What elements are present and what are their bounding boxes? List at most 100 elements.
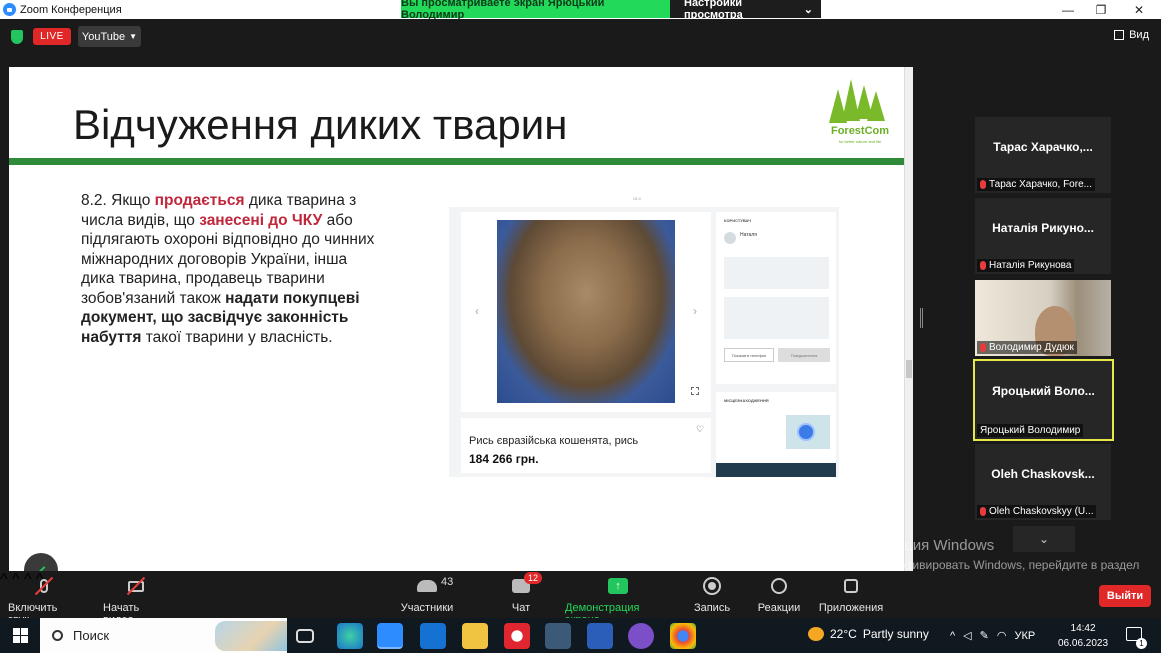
reactions-label: Реакции (757, 602, 801, 614)
maximize-button[interactable]: ❐ (1082, 0, 1120, 19)
close-button[interactable]: ✕ (1120, 0, 1158, 19)
zoom-window: Zoom Конференция Вы просматриваете экран… (0, 0, 1161, 653)
info-box (724, 297, 829, 339)
temperature: 22°C (830, 627, 857, 641)
location-card: МІСЦЕЗНАХОДЖЕННЯ (716, 392, 836, 477)
reactions-button[interactable]: Реакции (758, 575, 800, 614)
seller-section-label: КОРИСТУВАЧ (724, 218, 751, 223)
chevron-left-icon: ‹ (475, 304, 479, 318)
listing-screenshot: OLX ‹ › Рись євразійська кошенята, рись … (449, 192, 839, 477)
info-box (724, 257, 829, 289)
show-phone-button: Показати телефон (724, 348, 774, 362)
forestcom-logo: ForestCom for better nature and life (825, 77, 895, 149)
apps-icon (844, 579, 858, 593)
participant-tile-video[interactable]: Володимир Дудюк (975, 280, 1111, 356)
share-banner: Вы просматриваете экран Ярюцький Володим… (401, 0, 821, 21)
participant-tile-name: Oleh Chaskovsk... (991, 467, 1095, 481)
task-view-icon[interactable] (296, 629, 314, 643)
share-status-text: Вы просматриваете экран Ярюцький Володим… (401, 0, 670, 21)
partly-sunny-icon (808, 627, 824, 641)
windows-start-icon[interactable] (13, 628, 28, 643)
file-explorer-icon[interactable] (462, 623, 488, 649)
chat-unread-badge: 12 (524, 572, 543, 584)
viber-icon[interactable] (628, 623, 654, 649)
stream-target-dropdown[interactable]: YouTube ▼ (78, 26, 141, 47)
clock-date: 06.06.2023 (1058, 638, 1109, 649)
slide-body-text: 8.2. Якщо продається дика тварина з числ… (81, 191, 381, 347)
price-card: Рись євразійська кошенята, рись 184 266 … (461, 418, 711, 473)
search-icon (52, 630, 63, 641)
edge-browser-icon[interactable] (337, 623, 363, 649)
word-icon[interactable] (587, 623, 613, 649)
store-icon[interactable] (545, 623, 571, 649)
mic-muted-icon (980, 507, 986, 516)
logo-text: ForestCom (830, 125, 890, 137)
lynx-kitten-photo (497, 220, 675, 403)
participants-icon (417, 580, 437, 592)
participant-tile-active-speaker[interactable]: Яроцький Воло... Яроцький Володимир (973, 359, 1114, 441)
apps-button[interactable]: Приложения (818, 575, 884, 614)
view-button[interactable]: Вид (1114, 29, 1149, 41)
security-shield-icon[interactable] (11, 30, 23, 44)
listing-title: Рись євразійська кошенята, рись (469, 435, 639, 447)
chrome-browser-icon[interactable] (670, 623, 696, 649)
shared-screen: Відчуження диких тварин ForestCom for be… (9, 67, 904, 571)
view-settings-label: Настройки просмотра (684, 0, 743, 21)
mic-options-caret-icon[interactable]: ^ (0, 571, 8, 588)
window-title: Zoom Конференция (20, 3, 122, 16)
listing-header: OLX (449, 192, 839, 207)
notifications-badge: 1 (1136, 638, 1147, 649)
view-settings-menu[interactable]: Настройки просмотра ⌄ (670, 0, 821, 21)
participant-label: Oleh Chaskovskyy (U... (977, 505, 1097, 518)
annotate-pencil-button[interactable] (24, 553, 58, 571)
opera-browser-icon[interactable] (504, 623, 530, 649)
caret-down-icon: ▼ (129, 32, 138, 41)
location-section-label: МІСЦЕЗНАХОДЖЕННЯ (724, 398, 769, 403)
scrollbar-thumb[interactable] (906, 360, 912, 378)
chat-button[interactable]: 12 Чат (510, 572, 543, 614)
participant-tile[interactable]: Тарас Харачко,... Тарас Харачко, Fore... (975, 117, 1111, 193)
stream-target-label: YouTube (81, 30, 126, 43)
weather-widget[interactable]: 22°C Partly sunny (808, 627, 929, 641)
mail-icon[interactable] (420, 623, 446, 649)
participant-label-text: Тарас Харачко, Fore... (989, 179, 1092, 190)
search-highlight-image (215, 621, 287, 651)
panel-splitter-handle[interactable] (920, 308, 923, 328)
leave-button[interactable]: Выйти (1099, 585, 1151, 607)
listing-price: 184 266 грн. (469, 452, 539, 466)
participant-tile-name: Яроцький Воло... (992, 384, 1095, 398)
mic-muted-icon (980, 343, 986, 352)
zoom-logo-icon (3, 3, 16, 16)
participant-label: Тарас Харачко, Fore... (977, 178, 1095, 191)
clock[interactable]: 14:42 06.06.2023 (1058, 621, 1108, 651)
logo-subtitle: for better nature and life (838, 139, 882, 144)
pen-icon[interactable]: ✎ (980, 629, 989, 642)
slide-scrollbar[interactable] (904, 67, 913, 571)
taskbar-search[interactable]: Поиск (40, 618, 287, 653)
participants-count: 43 (441, 576, 454, 588)
record-button[interactable]: Запись (694, 575, 730, 614)
participant-label: Володимир Дудюк (977, 341, 1077, 354)
reaction-smiley-icon (771, 578, 787, 594)
language-indicator[interactable]: УКР (1014, 630, 1035, 642)
participant-label: Наталія Рикунова (977, 259, 1075, 272)
wifi-icon[interactable]: ◠ (997, 629, 1007, 642)
mic-muted-icon (980, 261, 986, 270)
meeting-toolbar: Включить звук ^ Начать видео ^ Участники… (0, 571, 1161, 626)
chevron-up-icon[interactable]: ^ (950, 630, 955, 642)
participant-tile-name: Наталія Рикуно... (992, 221, 1094, 235)
apps-label: Приложения (818, 602, 884, 614)
speaker-icon[interactable]: ◁ (963, 629, 971, 642)
body-text-part: 8.2. Якщо (81, 192, 155, 209)
participant-tile[interactable]: Наталія Рикуно... Наталія Рикунова (975, 198, 1111, 274)
participant-label-text: Oleh Chaskovskyy (U... (989, 506, 1094, 517)
live-badge[interactable]: LIVE (33, 28, 71, 45)
participant-label-text: Наталія Рикунова (989, 260, 1072, 271)
zoom-app-icon[interactable] (377, 623, 403, 649)
title-bar: Zoom Конференция Вы просматриваете экран… (0, 0, 1161, 21)
participant-tile-name: Тарас Харачко,... (993, 140, 1093, 154)
body-highlight-chku: занесені до ЧКУ (199, 211, 323, 229)
chevron-right-icon: › (693, 304, 697, 318)
participant-tile[interactable]: Oleh Chaskovsk... Oleh Chaskovskyy (U... (975, 444, 1111, 520)
share-screen-icon: ↑ (608, 578, 628, 594)
